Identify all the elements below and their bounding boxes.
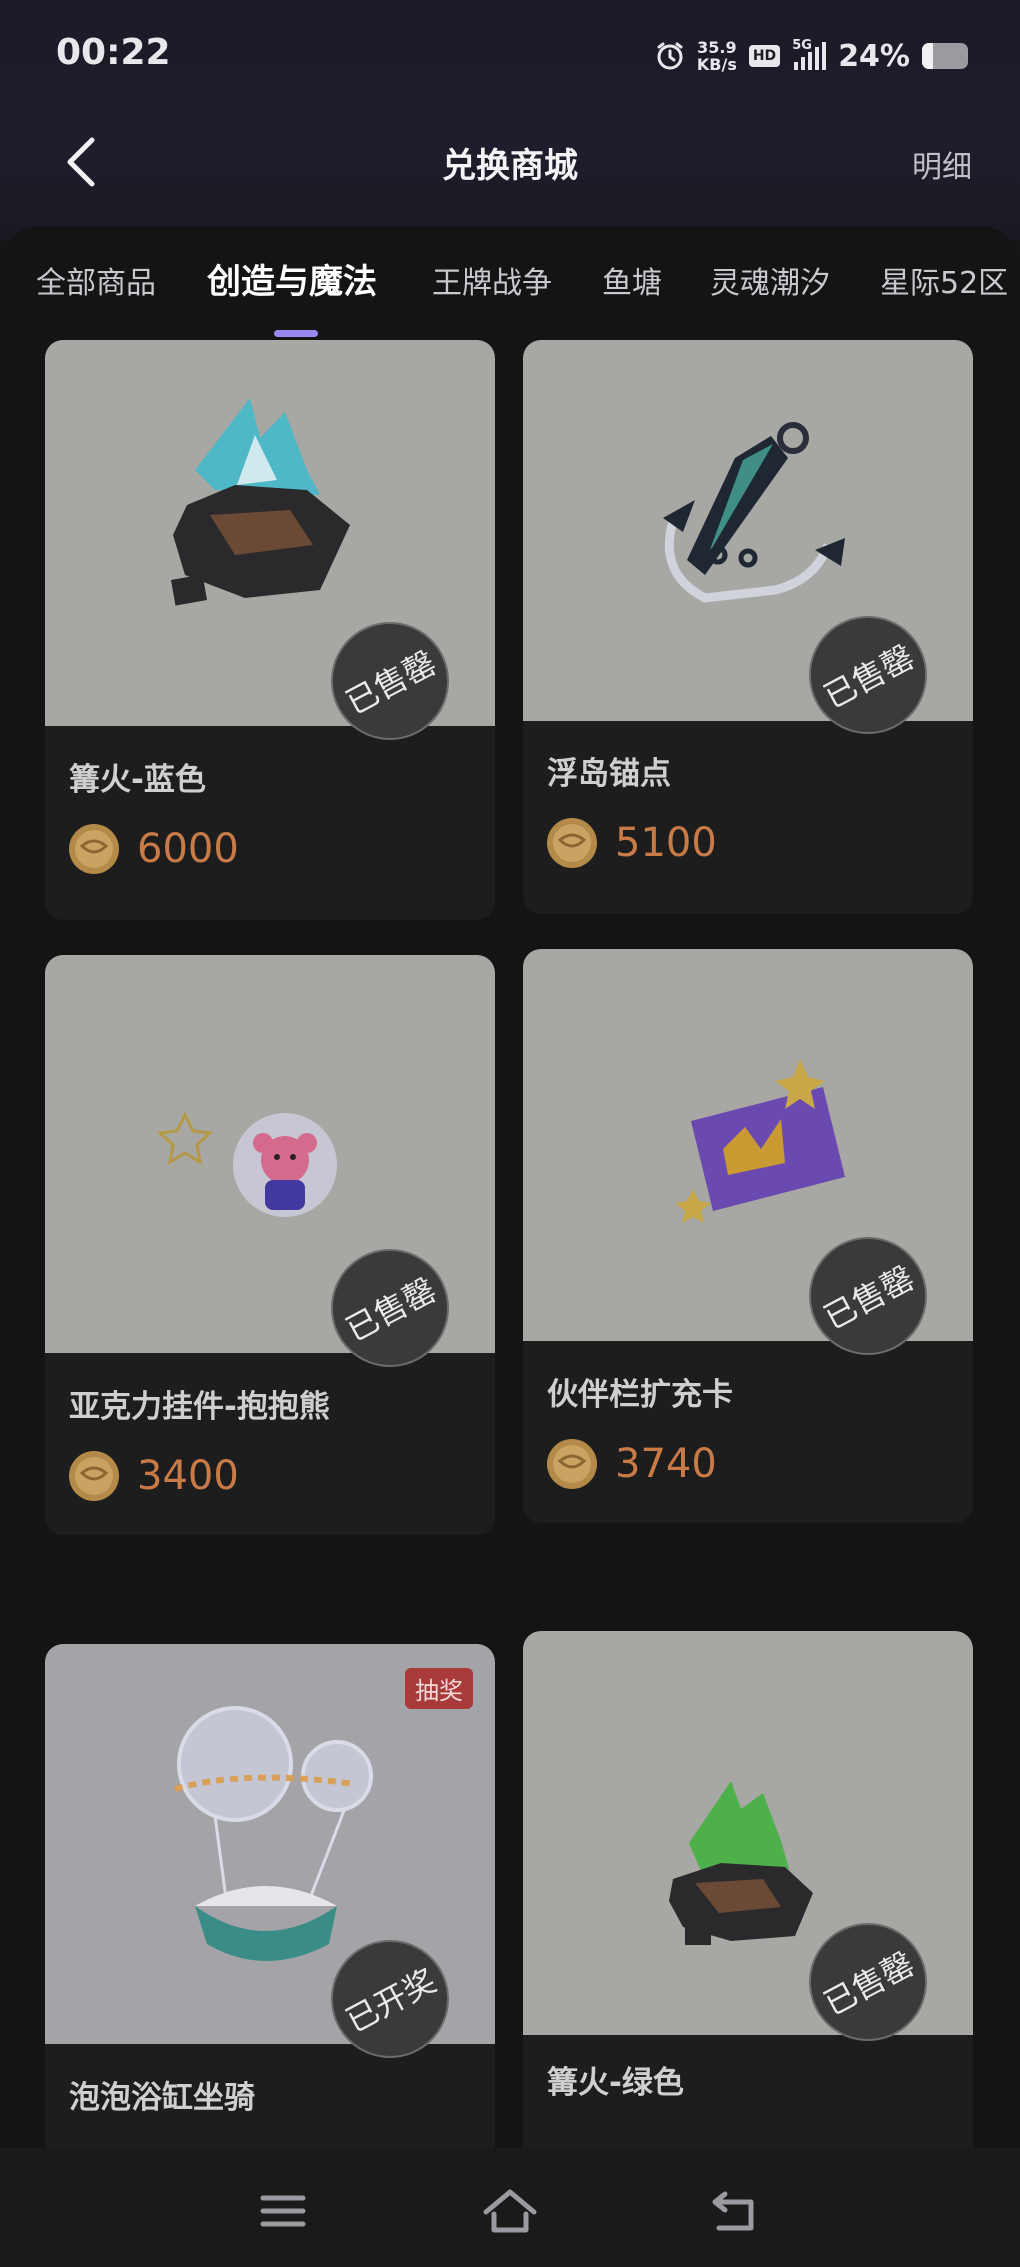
tab-fish-pond[interactable]: 鱼塘 (602, 258, 662, 302)
coin-icon (547, 818, 597, 868)
product-price: 5100 (615, 820, 717, 866)
hd-badge: HD (748, 45, 781, 67)
status-bar: 00:22 35.9 KB/s HD 5G 24% (0, 0, 1020, 112)
product-name: 亚克力挂件-抱抱熊 (69, 1389, 330, 1425)
product-name: 篝火-蓝色 (69, 762, 206, 798)
tab-soul-tide[interactable]: 灵魂潮汐 (710, 258, 830, 302)
detail-link[interactable]: 明细 (912, 142, 972, 186)
system-nav-bar (0, 2148, 1020, 2267)
return-icon[interactable] (707, 2184, 767, 2238)
product-name: 篝火-绿色 (547, 2065, 684, 2101)
sold-out-stamp: 已售罄 (809, 1923, 927, 2041)
menu-icon[interactable] (253, 2184, 313, 2238)
stamp-label: 已售罄 (339, 1270, 443, 1350)
coin-icon (69, 1451, 119, 1501)
sold-out-stamp: 已售罄 (809, 616, 927, 734)
tab-area-52[interactable]: 星际52区 (880, 258, 1008, 302)
battery-percent: 24% (838, 38, 910, 74)
stamp-label: 已售罄 (339, 643, 443, 723)
coin-icon (69, 824, 119, 874)
active-tab-indicator (274, 330, 318, 337)
product-name: 伙伴栏扩充卡 (547, 1377, 733, 1413)
coin-icon (547, 1439, 597, 1489)
category-tabs: 全部商品 创造与魔法 王牌战争 鱼塘 灵魂潮汐 星际52区 (0, 226, 1020, 337)
tab-creation-magic[interactable]: 创造与魔法 (207, 254, 377, 303)
net-speed-unit: KB/s (696, 55, 737, 74)
tab-trump-war[interactable]: 王牌战争 (432, 258, 552, 302)
alarm-icon (657, 42, 683, 70)
sold-out-stamp: 已售罄 (331, 622, 449, 740)
home-icon[interactable] (480, 2184, 540, 2238)
product-name: 泡泡浴缸坐骑 (69, 2080, 255, 2116)
stamp-label: 已售罄 (817, 1944, 921, 2024)
sold-out-stamp: 已售罄 (331, 1249, 449, 1367)
signal-icon: 5G (792, 38, 827, 70)
sold-out-stamp: 已售罄 (809, 1237, 927, 1355)
product-name: 浮岛锚点 (547, 756, 671, 792)
drawn-stamp: 已开奖 (331, 1940, 449, 2058)
battery-icon (922, 43, 968, 69)
lottery-tag: 抽奖 (405, 1668, 473, 1709)
stamp-label: 已售罄 (817, 637, 921, 717)
network-type: 5G (792, 38, 812, 53)
product-card[interactable]: 亚克力挂件-抱抱熊 3400 已售罄 (45, 955, 495, 1535)
app-header: 兑换商城 明细 (0, 112, 1020, 218)
status-time: 00:22 (56, 32, 171, 73)
content-panel: 全部商品 创造与魔法 王牌战争 鱼塘 灵魂潮汐 星际52区 篝火-蓝色 6000… (0, 226, 1020, 2267)
stamp-label: 已售罄 (817, 1258, 921, 1338)
net-speed: 35.9 KB/s (697, 39, 737, 73)
product-price: 6000 (137, 826, 239, 872)
status-icons: 35.9 KB/s HD 5G 24% (655, 34, 968, 78)
page-title: 兑换商城 (442, 146, 578, 186)
tab-all[interactable]: 全部商品 (36, 258, 156, 302)
product-card[interactable]: 伙伴栏扩充卡 3740 已售罄 (523, 949, 973, 1523)
product-price: 3400 (137, 1453, 239, 1499)
product-card[interactable]: 浮岛锚点 5100 已售罄 (523, 340, 973, 914)
stamp-label: 已开奖 (339, 1961, 443, 2041)
product-price: 3740 (615, 1441, 717, 1487)
product-card[interactable]: 篝火-蓝色 6000 已售罄 (45, 340, 495, 920)
net-speed-value: 35.9 (697, 38, 737, 57)
